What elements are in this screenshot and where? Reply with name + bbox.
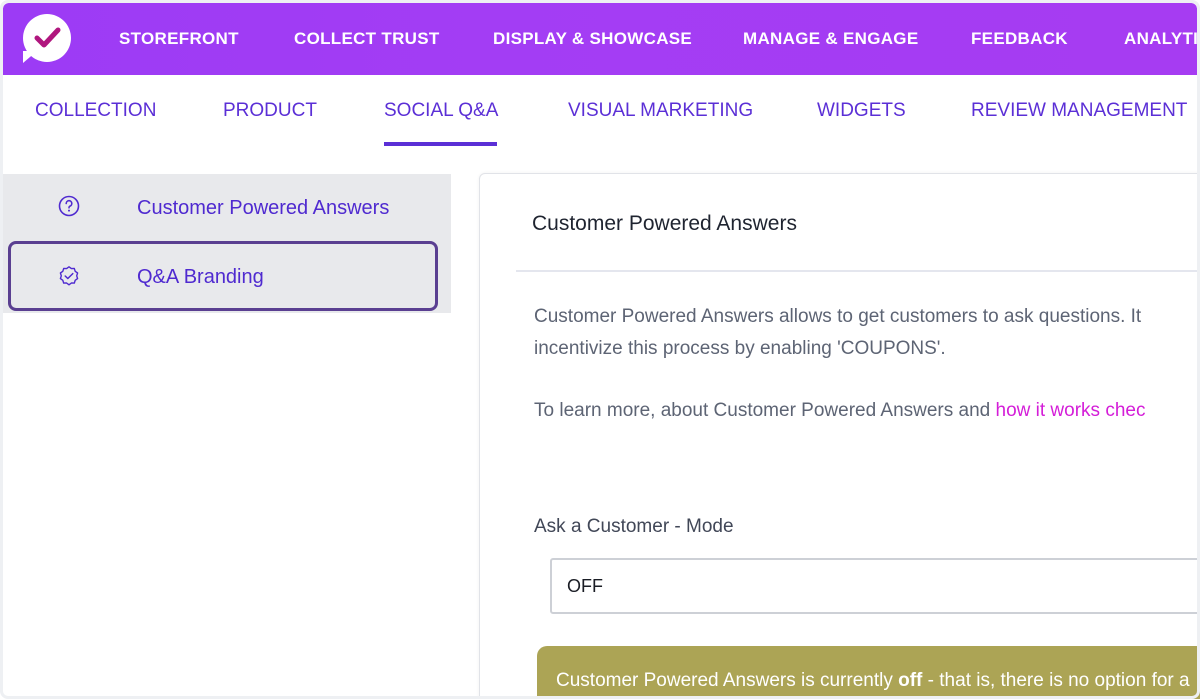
top-nav-display-showcase[interactable]: DISPLAY & SHOWCASE — [493, 3, 692, 75]
tab-review-management[interactable]: REVIEW MANAGEMENT — [971, 100, 1187, 122]
sidebar-item-customer-powered-answers[interactable]: Customer Powered Answers — [3, 174, 451, 240]
top-nav-collect-trust[interactable]: COLLECT TRUST — [294, 3, 440, 75]
sidebar-item-label: Customer Powered Answers — [137, 197, 390, 219]
tab-visual-marketing[interactable]: VISUAL MARKETING — [568, 100, 753, 122]
sidebar: Customer Powered Answers Q&A Branding — [3, 174, 451, 313]
check-icon — [34, 27, 61, 48]
question-circle-icon — [58, 195, 80, 217]
badge-check-icon — [59, 266, 79, 286]
active-tab-indicator — [384, 142, 497, 146]
mode-select-value: OFF — [567, 576, 603, 596]
panel-title: Customer Powered Answers — [532, 212, 797, 235]
tab-product[interactable]: PRODUCT — [223, 100, 317, 122]
learn-more-text: To learn more, about Customer Powered An… — [534, 395, 1145, 427]
tab-collection[interactable]: COLLECTION — [35, 100, 156, 122]
mode-select[interactable]: OFF — [550, 558, 1200, 614]
status-notice-text: Customer Powered Answers is currently of… — [556, 670, 1190, 692]
how-it-works-link[interactable]: how it works chec — [996, 400, 1146, 421]
top-nav-storefront[interactable]: STOREFRONT — [119, 3, 239, 75]
sub-nav: COLLECTION PRODUCT SOCIAL Q&A VISUAL MAR… — [0, 75, 1200, 147]
top-nav: STOREFRONT COLLECT TRUST DISPLAY & SHOWC… — [3, 3, 1197, 75]
app-frame: STOREFRONT COLLECT TRUST DISPLAY & SHOWC… — [0, 0, 1200, 699]
notice-status: off — [898, 670, 923, 691]
top-nav-manage-engage[interactable]: MANAGE & ENGAGE — [743, 3, 918, 75]
main-panel: Customer Powered Answers Customer Powere… — [479, 173, 1200, 699]
status-notice: Customer Powered Answers is currently of… — [537, 646, 1200, 699]
tab-social-qa[interactable]: SOCIAL Q&A — [384, 100, 498, 122]
notice-prefix: Customer Powered Answers is currently — [556, 670, 899, 691]
mode-field-label: Ask a Customer - Mode — [534, 516, 734, 537]
tab-widgets[interactable]: WIDGETS — [817, 100, 906, 122]
top-nav-feedback[interactable]: FEEDBACK — [971, 3, 1068, 75]
sidebar-item-label: Q&A Branding — [137, 266, 264, 288]
description-line-2: incentivize this process by enabling 'CO… — [534, 338, 946, 359]
learn-more-prefix: To learn more, about Customer Powered An… — [534, 400, 996, 421]
sidebar-item-qa-branding[interactable]: Q&A Branding — [8, 241, 438, 311]
description-line-1: Customer Powered Answers allows to get c… — [534, 306, 1142, 327]
notice-suffix: - that is, there is no option for a — [922, 670, 1190, 691]
divider — [516, 270, 1200, 272]
top-nav-analytics[interactable]: ANALYTICS — [1124, 3, 1197, 75]
